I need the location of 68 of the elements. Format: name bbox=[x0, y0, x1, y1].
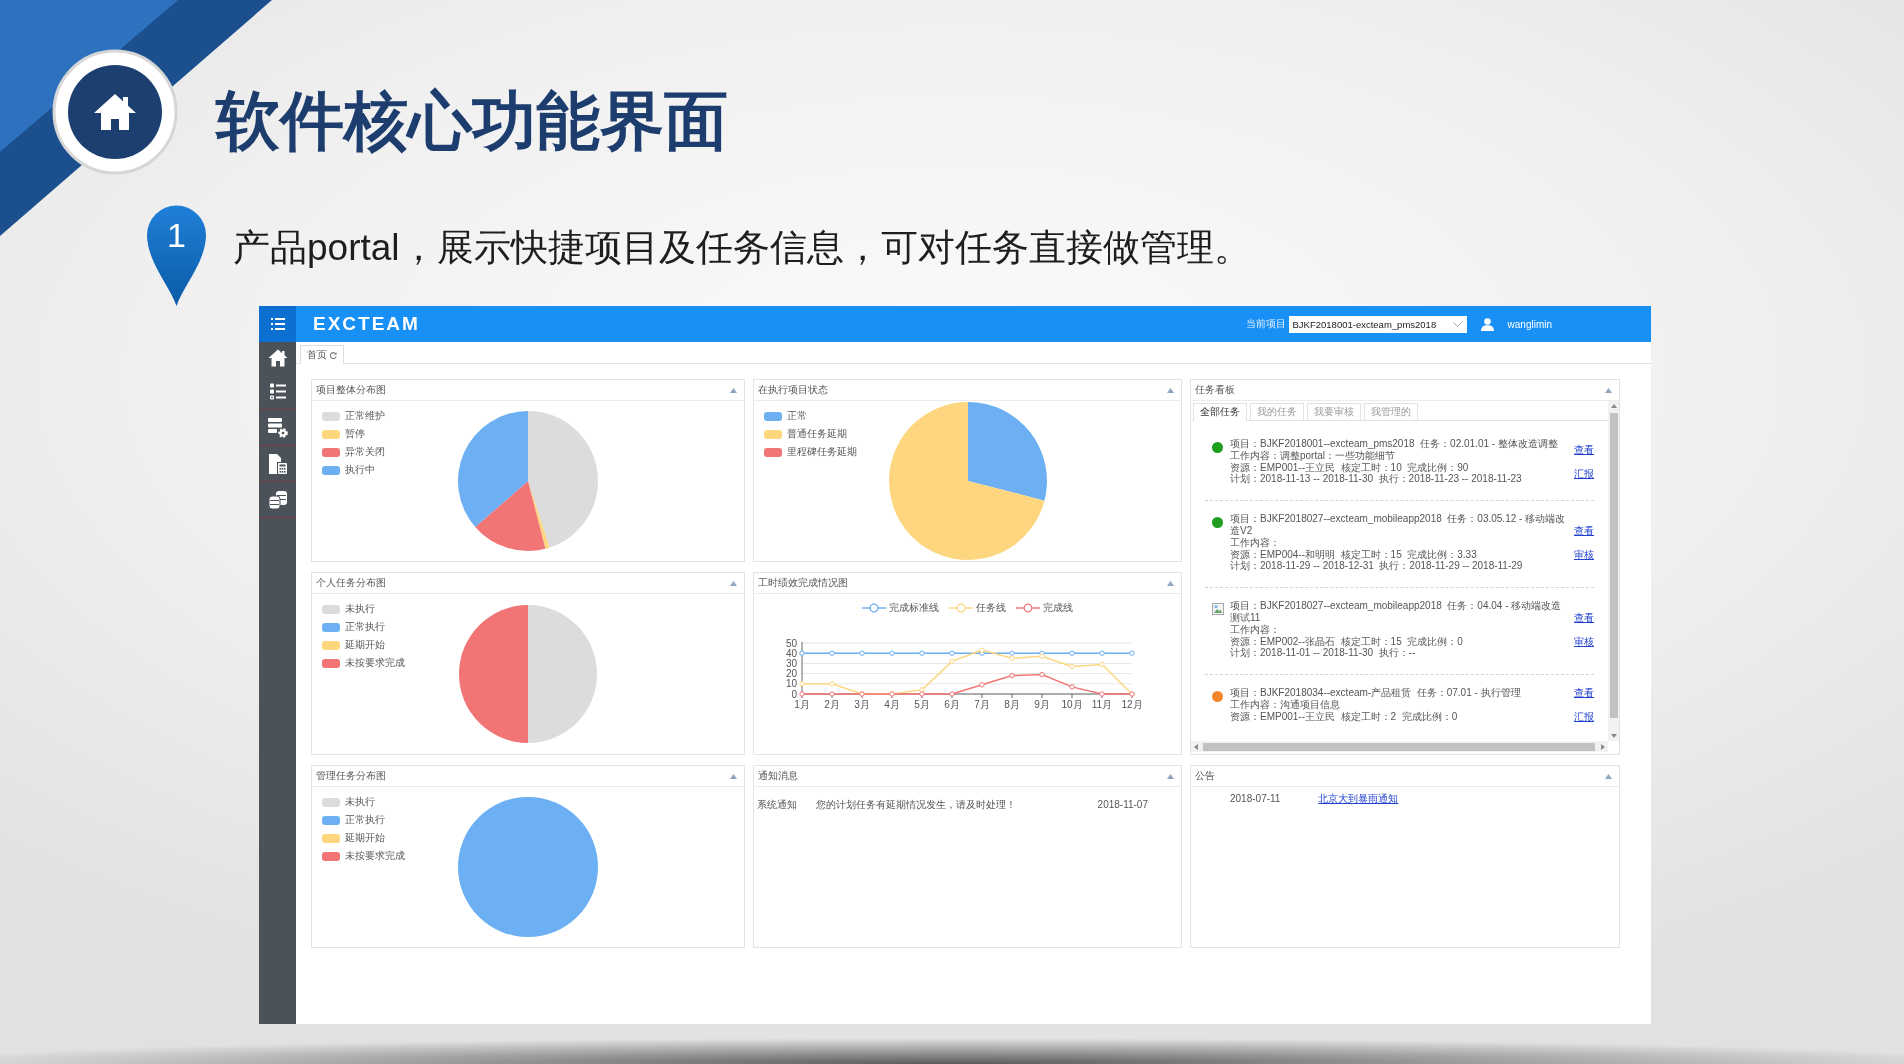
legend-label: 完成线 bbox=[1043, 601, 1073, 615]
axis-tick-label: 7月 bbox=[974, 699, 990, 710]
task-info-line: 项目：BJKF2018027--excteam_mobileapp2018 任务：03.05.12 - 移动端改造V2 bbox=[1230, 513, 1567, 537]
task-info-line: 工作内容： bbox=[1230, 623, 1280, 636]
task-info-line: 计划：2018-11-29 -- 2018-12-31 执行：2018-11-29 -- 2018-11-29 bbox=[1230, 560, 1523, 573]
task-info-line: 计划：2018-11-13 -- 2018-11-30 执行：2018-11-23 -- 2018-11-23 bbox=[1230, 473, 1522, 486]
task-info-line: 资源：EMP002--张晶石 核定工时：15 完成比例：0 bbox=[1230, 635, 1463, 647]
legend-label: 未按要求完成 bbox=[345, 849, 405, 863]
axis-tick-label: 2月 bbox=[824, 699, 840, 710]
axis-tick-label: 20 bbox=[785, 668, 797, 680]
slide-subtitle: 产品portal，展示快捷项目及任务信息，可对任务直接做管理。 bbox=[233, 226, 1251, 270]
legend-label: 延期开始 bbox=[345, 638, 385, 652]
legend-label: 普通任务延期 bbox=[787, 427, 847, 441]
axis-tick-label: 12月 bbox=[1121, 699, 1143, 710]
task-info-line: 资源：EMP001--王立民 核定工时：10 完成比例：90 bbox=[1230, 461, 1469, 473]
app-logo: EXCTEAM bbox=[313, 313, 420, 335]
axis-tick-label: 9月 bbox=[1034, 699, 1050, 710]
axis-tick-label: 10月 bbox=[1061, 699, 1083, 710]
axis-tick-label: 5月 bbox=[914, 699, 930, 710]
legend-label: 正常维护 bbox=[345, 409, 385, 423]
axis-tick-label: 50 bbox=[785, 637, 797, 649]
legend-label: 正常执行 bbox=[345, 813, 385, 827]
task-info-line: 工作内容： bbox=[1230, 536, 1280, 549]
axis-tick-label: 8月 bbox=[1004, 699, 1020, 710]
legend-label: 延期开始 bbox=[345, 831, 385, 845]
panel-title: 工时绩效完成情况图 bbox=[758, 576, 848, 590]
task-info-line: 项目：BJKF2018027--excteam_mobileapp2018 任务：04.04 - 移动端改造测试11 bbox=[1230, 600, 1563, 624]
legend-label: 任务线 bbox=[976, 601, 1006, 615]
legend-label: 执行中 bbox=[345, 463, 375, 477]
task-info-line: 项目：BJKF2018001--excteam_pms2018 任务：02.01.01 - 整体改造调整 bbox=[1230, 438, 1558, 450]
axis-tick-label: 3月 bbox=[854, 699, 870, 710]
panel-title: 公告 bbox=[1195, 769, 1215, 783]
notice-date: 2018-11-07 bbox=[1097, 799, 1148, 811]
axis-tick-label: 0 bbox=[791, 688, 797, 700]
task-info-line: 工作内容：沟通项目信息 bbox=[1230, 698, 1340, 711]
legend-label: 正常执行 bbox=[345, 620, 385, 634]
legend-label: 异常关闭 bbox=[345, 445, 385, 459]
axis-tick-label: 10 bbox=[785, 678, 797, 690]
axis-tick-label: 1月 bbox=[794, 699, 810, 710]
panel-title: 管理任务分布图 bbox=[316, 769, 386, 783]
axis-tick-label: 11月 bbox=[1091, 699, 1113, 710]
legend-label: 未按要求完成 bbox=[345, 656, 405, 670]
legend-label: 里程碑任务延期 bbox=[787, 445, 857, 459]
axis-tick-label: 4月 bbox=[884, 699, 900, 710]
panel-title: 项目整体分布图 bbox=[316, 383, 386, 397]
legend-label: 正常 bbox=[787, 409, 807, 423]
legend-label: 未执行 bbox=[345, 795, 375, 809]
task-info-line: 工作内容：调整portal：一些功能细节 bbox=[1230, 449, 1395, 462]
axis-tick-label: 6月 bbox=[944, 699, 960, 710]
axis-tick-label: 40 bbox=[785, 647, 797, 659]
legend-label: 未执行 bbox=[345, 602, 375, 616]
panel-title: 任务看板 bbox=[1195, 383, 1235, 397]
announcement-date: 2018-07-11 bbox=[1230, 793, 1281, 805]
legend-label: 完成标准线 bbox=[889, 601, 939, 615]
step-marker: 1 bbox=[146, 204, 207, 306]
panel-title: 个人任务分布图 bbox=[316, 576, 386, 590]
project-label: 当前项目 bbox=[1245, 317, 1286, 331]
panel-title: 通知消息 bbox=[758, 769, 798, 783]
slide-title: 软件核心功能界面 bbox=[216, 84, 728, 153]
panel-title: 在执行项目状态 bbox=[758, 383, 828, 397]
task-info-line: 资源：EMP001--王立民 核定工时：2 完成比例：0 bbox=[1230, 710, 1458, 723]
task-info-line: 资源：EMP004--和明明 核定工时：15 完成比例：3.33 bbox=[1230, 548, 1477, 560]
task-info-line: 项目：BJKF2018034--excteam-产品租赁 任务：07.01 - 执行管理 bbox=[1230, 687, 1521, 699]
notice-message: 您的计划任务有延期情况发生，请及时处理！ bbox=[816, 799, 1017, 811]
notice-type: 系统通知 bbox=[757, 799, 798, 811]
axis-tick-label: 30 bbox=[785, 657, 797, 669]
legend-label: 暂停 bbox=[345, 427, 365, 441]
task-info-line: 计划：2018-11-01 -- 2018-11-30 执行：-- bbox=[1230, 647, 1416, 660]
